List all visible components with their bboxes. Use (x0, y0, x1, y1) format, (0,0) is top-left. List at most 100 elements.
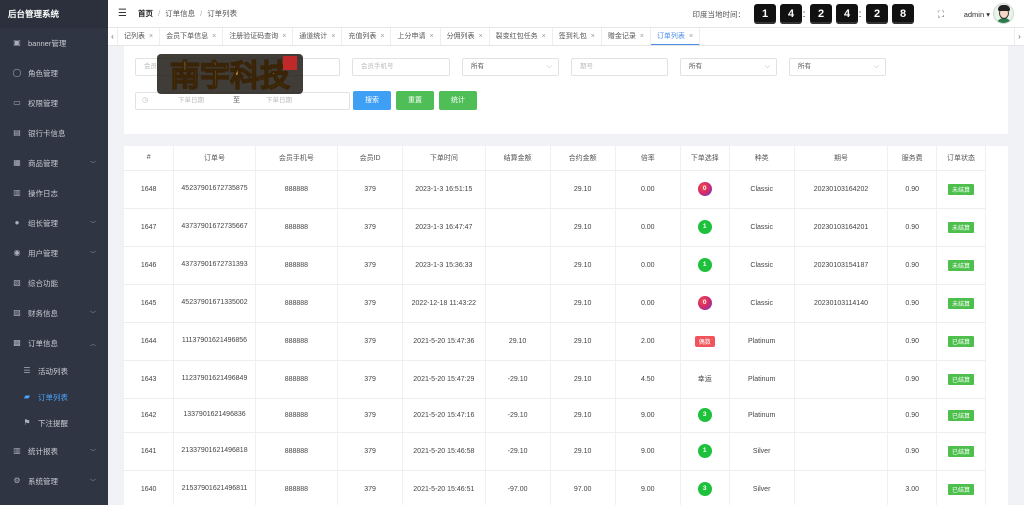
tab[interactable]: 通道统计 × (293, 28, 343, 45)
tab-scroll-right-icon[interactable]: › (1014, 28, 1024, 45)
menu-toggle-icon[interactable]: ☰ (118, 8, 128, 19)
phone-input[interactable]: 会员手机号 (352, 58, 450, 76)
clock-digit: 8 (892, 4, 914, 24)
close-icon[interactable]: × (542, 33, 546, 40)
cell-amount: 29.10 (550, 284, 616, 323)
chevron-down-icon: ﹀ (89, 252, 96, 258)
tab[interactable]: 记列表 × (118, 28, 161, 45)
app-title: 后台管理系统 (0, 0, 108, 28)
sidebar-item-label: 活动列表 (38, 366, 68, 376)
table-row[interactable]: 1642 1337901621496836 888888 379 2021-5-20 1… (124, 398, 986, 433)
cell-status: 未结算 (936, 170, 986, 209)
sidebar-item[interactable]: ● 组长管理 ﹀ (0, 208, 108, 238)
table-row[interactable]: 1644 11137901621496856 888888 379 2021-5-20 … (124, 322, 986, 361)
close-icon[interactable]: × (479, 33, 483, 40)
sidebar-item[interactable]: ▭ 权限管理 (0, 88, 108, 118)
period-input[interactable]: 期号 (571, 58, 668, 76)
tab-scroll-left-icon[interactable]: ‹ (108, 28, 118, 45)
tab[interactable]: 注册验证码查询 × (223, 28, 294, 45)
table-row[interactable]: 1647 43737901672735667 888888 379 2023-1-3 1… (124, 208, 986, 247)
sidebar-item[interactable]: ⚙ 系统管理 ﹀ (0, 466, 108, 496)
sidebar-item-label: banner管理 (28, 38, 67, 48)
order-number: 11137901621496856 (181, 337, 248, 344)
sidebar-item[interactable]: ◯ 角色管理 (0, 58, 108, 88)
cell-amount: 29.10 (550, 432, 616, 471)
table-row[interactable]: 1645 45237901671335002 888888 379 2022-12-18… (124, 284, 986, 323)
tab[interactable]: 分佣列表 × (441, 28, 490, 45)
close-icon[interactable]: × (282, 33, 286, 40)
sidebar-item[interactable]: ◉ 用户管理 ﹀ (0, 238, 108, 268)
user-menu[interactable]: admin ▾ (964, 10, 990, 19)
sidebar-item[interactable]: ☰ 活动列表 (0, 358, 108, 384)
clock-digit: 1 (754, 4, 776, 24)
table-row[interactable]: 1641 21337901621496818 888888 379 2021-5-20 … (124, 432, 986, 471)
close-icon[interactable]: × (640, 33, 644, 40)
cell-settle (485, 246, 551, 285)
chevron-down-icon: ⌵ (873, 63, 879, 70)
stats-button[interactable]: 统计 (439, 91, 477, 110)
filter-select-2[interactable]: 所有 ⌵ (680, 58, 777, 76)
sidebar-item[interactable]: ▥ 操作日志 (0, 178, 108, 208)
tab[interactable]: 赠金记录 × (602, 28, 651, 45)
tab-label: 裂变红包任务 (495, 32, 538, 40)
close-icon[interactable]: × (380, 33, 384, 40)
search-button[interactable]: 搜索 (353, 91, 391, 110)
cell-phone: 888888 (255, 398, 339, 433)
column-header: 服务费 (887, 146, 938, 171)
close-icon[interactable]: × (212, 33, 216, 40)
sidebar-item[interactable]: ▤ 银行卡信息 (0, 118, 108, 148)
cell-settle: -97.00 (485, 470, 551, 505)
close-icon[interactable]: × (591, 33, 595, 40)
close-icon[interactable]: × (429, 33, 433, 40)
tab[interactable]: 充值列表 × (342, 28, 392, 45)
cell-fee: 0.90 (887, 284, 938, 323)
table-row[interactable]: 1646 43737901672731393 888888 379 2023-1-3 1… (124, 246, 986, 285)
sidebar-item[interactable]: ▨ 财务信息 ﹀ (0, 298, 108, 328)
tab[interactable]: 裂变红包任务 × (490, 28, 553, 45)
column-header: 下单时间 (402, 146, 486, 171)
close-icon[interactable]: × (331, 33, 335, 40)
filter-select-1[interactable]: 所有 ⌵ (462, 58, 559, 76)
tab[interactable]: 上分申请 × (391, 28, 441, 45)
cell-settle (485, 170, 551, 209)
tab[interactable]: 签到礼包 × (553, 28, 602, 45)
reset-button[interactable]: 重置 (396, 91, 434, 110)
sidebar-item[interactable]: ▩ 订单信息 ︿ (0, 328, 108, 358)
header: ☰ 首页 / 订单信息 / 订单列表 印度当地时间： 1 4 : 2 4 : 2… (108, 0, 1024, 28)
table-row[interactable]: 1643 11237901621496849 888888 379 2021-5-20 … (124, 360, 986, 399)
choice-ball: 0 (697, 296, 712, 310)
cell-period: 20230103164201 (794, 208, 889, 247)
cell-choice: 偶数 (680, 322, 730, 361)
clock-digit: 2 (810, 4, 832, 24)
sidebar-item[interactable]: ▧ 综合功能 (0, 268, 108, 298)
sidebar-item[interactable]: ▥ 统计报表 ﹀ (0, 436, 108, 466)
chevron-down-icon: ﹀ (89, 162, 96, 168)
order-number: 21537901621496811 (181, 485, 248, 492)
cell-period (794, 398, 889, 433)
cell-phone: 888888 (255, 322, 339, 361)
cell-fee: 3.00 (887, 470, 938, 505)
fullscreen-icon[interactable]: ⛶ (938, 9, 944, 20)
table-row[interactable]: 1648 45237901672735875 888888 379 2023-1-3 1… (124, 170, 986, 209)
breadcrumb-section[interactable]: 订单信息 (165, 8, 195, 19)
breadcrumb-home[interactable]: 首页 (138, 8, 153, 19)
cell-status: 已结算 (936, 432, 986, 471)
filter-select-3[interactable]: 所有 ⌵ (789, 58, 886, 76)
cell-time: 2021-5-20 15:47:16 (402, 398, 486, 433)
cell-choice: 1 (680, 432, 730, 471)
tab[interactable]: 订单列表 × (650, 28, 701, 45)
close-icon[interactable]: × (149, 33, 153, 40)
sidebar-item[interactable]: ▰ 订单列表 (0, 384, 108, 410)
cell-uid: 379 (337, 360, 404, 399)
cell-time: 2023-1-3 16:51:15 (402, 170, 486, 209)
sidebar-item[interactable]: ▦ 商品管理 ﹀ (0, 148, 108, 178)
tab-label: 赠金记录 (607, 32, 636, 40)
close-icon[interactable]: × (689, 33, 693, 40)
cell-time: 2021-5-20 15:47:29 (402, 360, 486, 399)
tab[interactable]: 会员下单信息 × (160, 28, 224, 45)
avatar[interactable] (993, 3, 1014, 24)
sidebar-item[interactable]: ⚑ 下注提醒 (0, 410, 108, 436)
sidebar-item[interactable]: ▣ banner管理 (0, 28, 108, 58)
chevron-down-icon: ⌵ (764, 63, 770, 70)
table-row[interactable]: 1640 21537901621496811 888888 379 2021-5-20 … (124, 470, 986, 505)
